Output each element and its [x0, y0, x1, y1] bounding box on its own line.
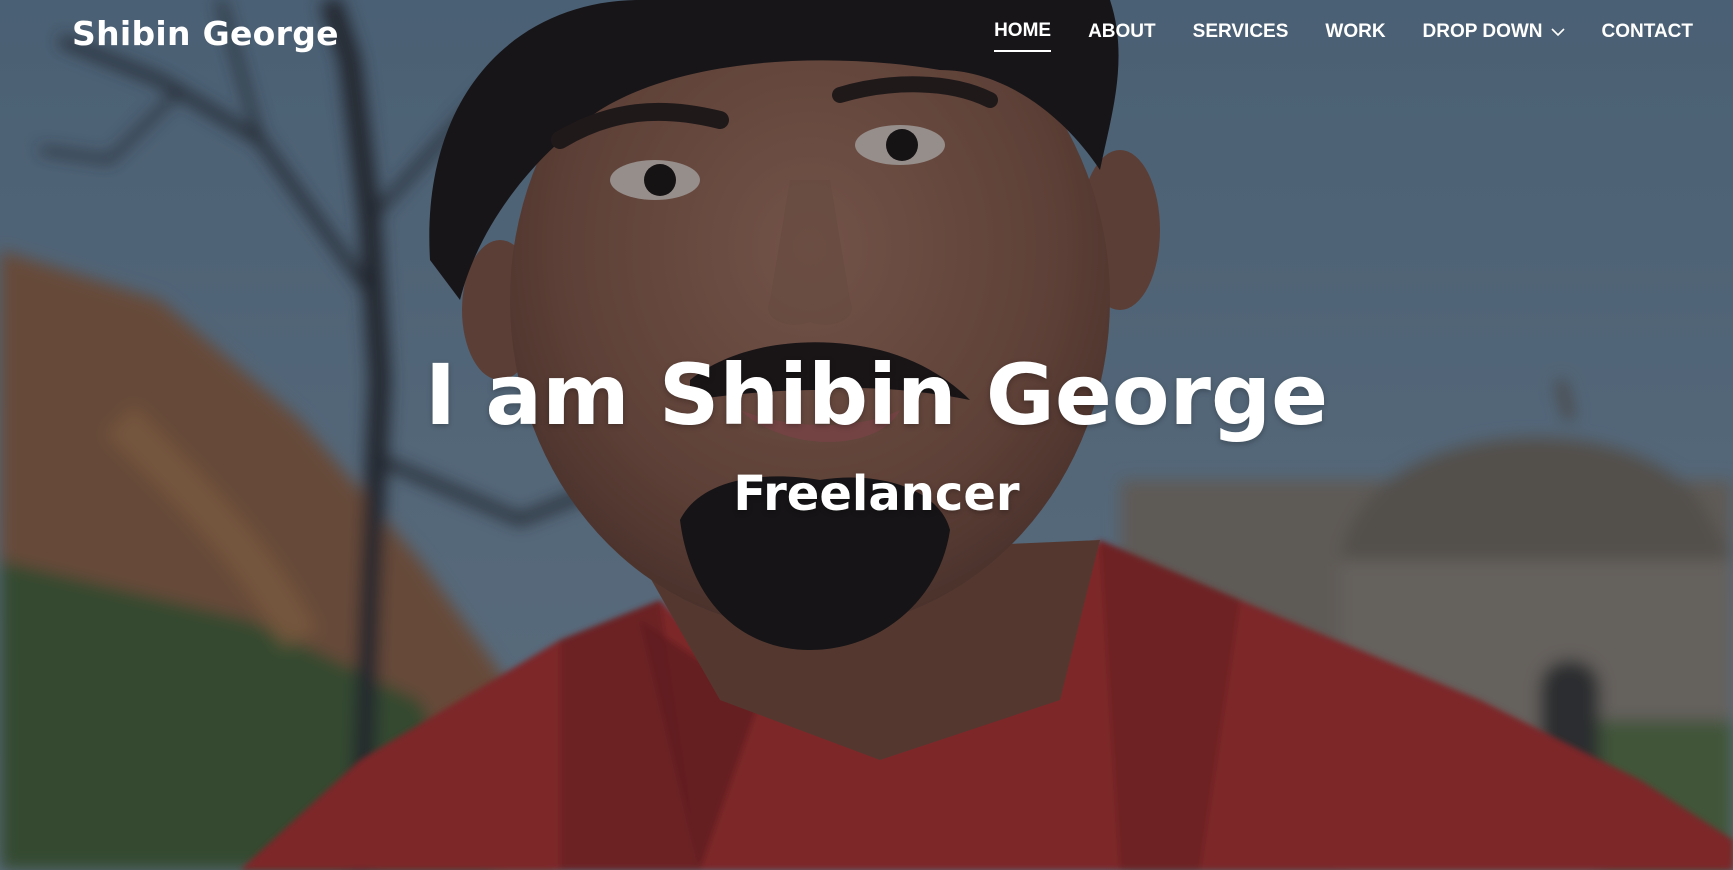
nav-link-dropdown[interactable]: DROP DOWN: [1423, 21, 1565, 51]
nav-link-contact[interactable]: CONTACT: [1602, 21, 1693, 51]
nav-link-dropdown-label: DROP DOWN: [1422, 21, 1543, 42]
site-logo[interactable]: Shibin George: [72, 14, 339, 53]
nav-link-services[interactable]: SERVICES: [1193, 21, 1289, 51]
hero-title: I am Shibin George: [424, 346, 1329, 444]
hero-text: I am Shibin George Freelancer: [0, 340, 1733, 522]
nav-link-work[interactable]: WORK: [1325, 21, 1385, 51]
main-nav: HOME ABOUT SERVICES WORK DROP DOWN CONTA…: [957, 20, 1693, 52]
nav-link-about[interactable]: ABOUT: [1088, 21, 1156, 51]
hero-subtitle: Freelancer: [733, 466, 1020, 522]
chevron-down-icon: [1550, 28, 1565, 37]
site-header: Shibin George HOME ABOUT SERVICES WORK D…: [0, 0, 1733, 70]
nav-link-home[interactable]: HOME: [994, 20, 1052, 52]
